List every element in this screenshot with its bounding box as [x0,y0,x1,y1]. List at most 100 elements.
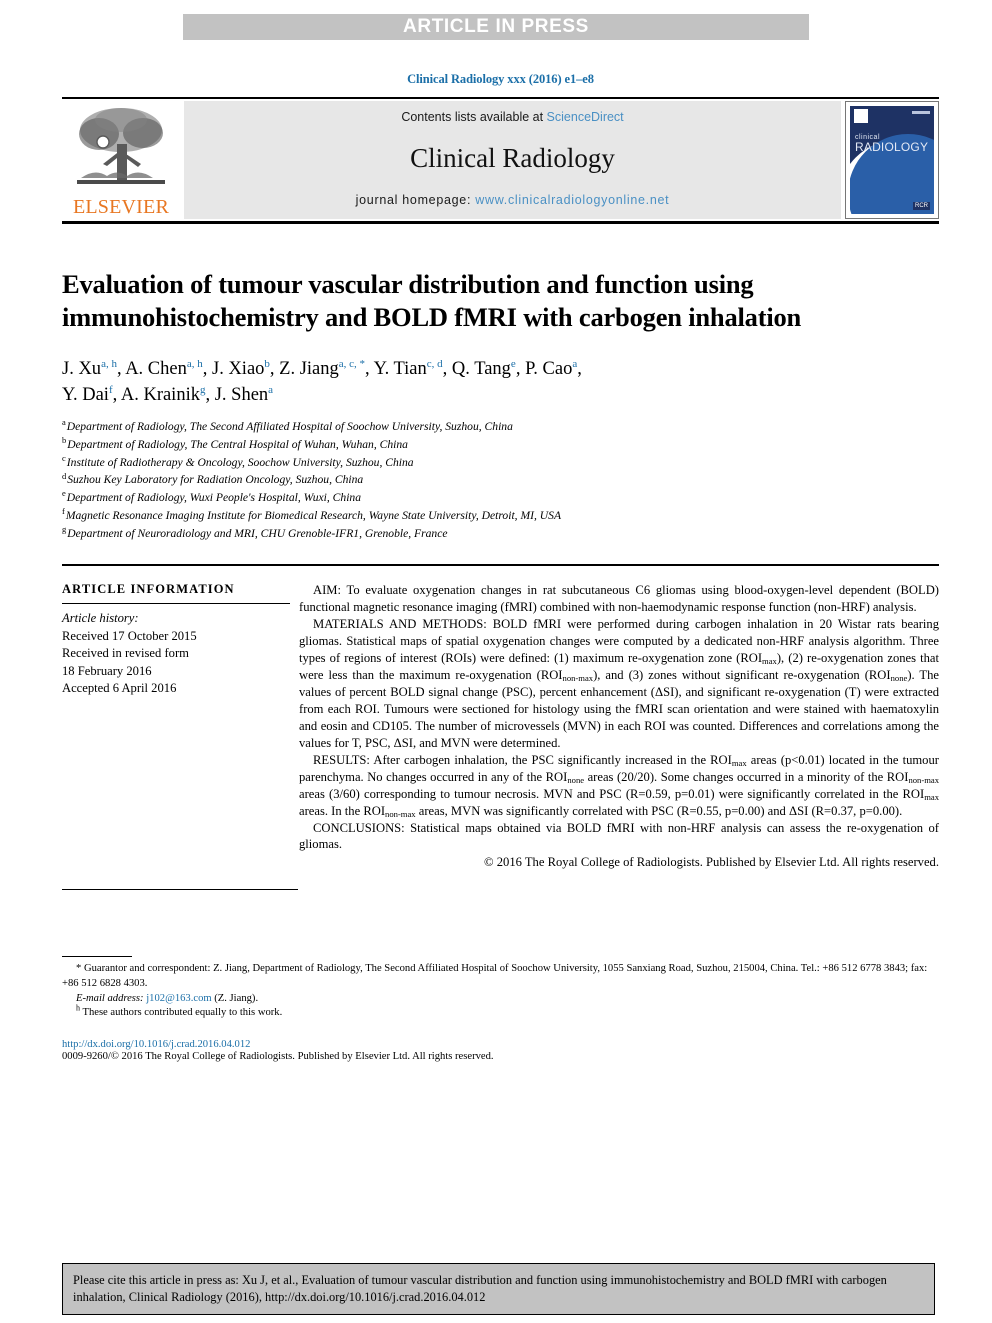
affiliation-text: Department of Radiology, The Central Hos… [67,437,408,451]
abstract-results-part4: areas (3/60) corresponding to tumour nec… [299,786,925,801]
roi-nonmax-subscript: non-max [562,673,594,684]
author-item: A. Krainikg [120,384,206,405]
affiliation-item: cInstitute of Radiotherapy & Oncology, S… [62,454,939,472]
elsevier-logo: ELSEVIER [62,101,180,219]
affiliation-item: dSuzhou Key Laboratory for Radiation Onc… [62,471,939,489]
footnote-corresponding-author: * Guarantor and correspondent: Z. Jiang,… [62,963,928,989]
author-item: J. Xiaob [212,358,270,379]
abstract-methods-paragraph: MATERIALS AND METHODS: BOLD fMRI were pe… [299,616,939,752]
author-name: Y. Tian [373,358,427,379]
elsevier-tree-icon [77,108,165,184]
sciencedirect-link[interactable]: ScienceDirect [547,110,624,124]
contents-prefix: Contents lists available at [401,110,547,124]
footnote-equal-contribution: h These authors contributed equally to t… [62,1003,939,1021]
journal-cover-art: clinical RADIOLOGY RCR [850,106,934,214]
abstract-text-column: AIM: To evaluate oxygenation changes in … [298,582,939,871]
abstract-methods-part3: ), and (3) zones without significant re-… [593,668,891,683]
masthead-center-panel: Contents lists available at ScienceDirec… [184,101,841,219]
cover-title-line2: RADIOLOGY [855,140,929,154]
author-name: J. Xiao [212,358,265,379]
article-received-date: Received 17 October 2015 [62,628,197,643]
cover-title: clinical RADIOLOGY [855,134,928,153]
article-history-label: Article history: [62,611,139,626]
author-affil-marks[interactable]: a, c, * [339,358,365,370]
journal-homepage-link[interactable]: www.clinicalradiologyonline.net [475,193,669,207]
affiliation-mark: b [62,435,67,446]
journal-cover-thumbnail[interactable]: clinical RADIOLOGY RCR [845,101,939,219]
author-name: Y. Dai [62,384,109,405]
article-information-column: ARTICLE INFORMATION Article history: Rec… [62,582,298,871]
article-accepted-date: Accepted 6 April 2016 [62,680,177,695]
author-affil-marks[interactable]: a [268,384,273,396]
cover-topright-mark [912,111,930,114]
affiliation-text: Department of Radiology, Wuxi People's H… [66,491,362,505]
author-item: P. Caoa [525,358,577,379]
author-name: A. Chen [125,358,187,379]
author-name: A. Krainik [120,384,200,405]
abstract-results-part1: After carbogen inhalation, the PSC signi… [369,752,732,767]
footnotes: * Guarantor and correspondent: Z. Jiang,… [62,962,939,1020]
abstract-methods-label: MATERIALS AND METHODS: [313,617,487,632]
issn-copyright-line: 0009-9260/© 2016 The Royal College of Ra… [62,1050,494,1062]
footnote-email-link[interactable]: j102@163.com [146,993,211,1004]
author-name: J. Shen [214,384,269,405]
affiliation-mark: f [62,506,65,517]
author-affil-marks[interactable]: b [264,358,270,370]
affiliation-mark: e [62,488,66,499]
journal-title: Clinical Radiology [410,143,615,173]
author-affil-marks[interactable]: f [109,384,113,396]
footnote-equal-text: These authors contributed equally to thi… [82,1007,283,1019]
masthead-bottom-rule [62,221,939,224]
affiliation-text: Magnetic Resonance Imaging Institute for… [65,508,562,522]
elsevier-wordmark: ELSEVIER [72,196,170,218]
page-content: Clinical Radiology xxx (2016) e1–e8 ELSE… [62,0,939,1062]
affiliation-text: Suzhou Key Laboratory for Radiation Onco… [67,473,364,487]
author-list: J. Xua, h, A. Chena, h, J. Xiaob, Z. Jia… [62,357,582,405]
author-affil-marks[interactable]: a, h [101,358,117,370]
author-item: A. Chena, h [125,358,203,379]
affiliation-mark: d [62,470,67,481]
doi-link[interactable]: http://dx.doi.org/10.1016/j.crad.2016.04… [62,1039,939,1050]
author-item: J. Shena [214,384,273,405]
contents-available-line: Contents lists available at ScienceDirec… [401,110,623,124]
author-affil-marks[interactable]: a, h [187,358,203,370]
abstract-results-paragraph: RESULTS: After carbogen inhalation, the … [299,752,939,820]
affiliation-item: aDepartment of Radiology, The Second Aff… [62,418,939,436]
author-item: Q. Tange [451,358,516,379]
footnote-equal-mark: h [76,1003,80,1013]
author-affil-marks[interactable]: g [200,384,206,396]
affiliation-item: gDepartment of Neuroradiology and MRI, C… [62,525,939,543]
abstract-section: ARTICLE INFORMATION Article history: Rec… [62,582,939,871]
author-name: Z. Jiang [279,358,339,379]
citation-box: Please cite this article in press as: Xu… [62,1263,935,1316]
author-name: J. Xu [62,358,102,379]
affiliation-mark: c [62,452,66,463]
page-title: Evaluation of tumour vascular distributi… [62,269,802,332]
abstract-results-part6: areas, MVN was significantly correlated … [415,803,903,818]
roi-nonmax-subscript: non-max [908,774,939,785]
author-affil-marks[interactable]: a [572,358,577,370]
affiliation-item: bDepartment of Radiology, The Central Ho… [62,436,939,454]
abstract-bottom-rule [62,889,298,891]
abstract-results-part3: areas (20/20). Some changes occurred in … [584,769,909,784]
article-revised-label: Received in revised form [62,646,189,661]
author-item: Y. Daif [62,384,113,405]
roi-max-subscript: max [731,757,747,768]
author-name: P. Cao [525,358,573,379]
article-history: Article history: Received 17 October 201… [62,610,298,697]
article-revised-date: 18 February 2016 [62,663,152,678]
footnote-separator-rule [62,956,132,958]
abstract-conclusions-paragraph: CONCLUSIONS: Statistical maps obtained v… [299,820,939,854]
author-affil-marks[interactable]: e [511,358,516,370]
journal-homepage-line: journal homepage: www.clinicalradiologyo… [356,193,670,207]
roi-none-subscript: none [890,673,908,684]
abstract-aim-paragraph: AIM: To evaluate oxygenation changes in … [299,582,939,616]
affiliation-mark: a [62,417,66,428]
abstract-aim-text: To evaluate oxygenation changes in rat s… [299,583,939,615]
running-head: Clinical Radiology xxx (2016) e1–e8 [407,72,594,86]
affiliation-text: Department of Radiology, The Second Affi… [66,420,513,434]
footnote-email: E-mail address: j102@163.com (Z. Jiang). [62,992,939,1007]
author-name: Q. Tang [451,358,511,379]
abstract-copyright: © 2016 The Royal College of Radiologists… [484,855,939,870]
author-affil-marks[interactable]: c, d [427,358,443,370]
